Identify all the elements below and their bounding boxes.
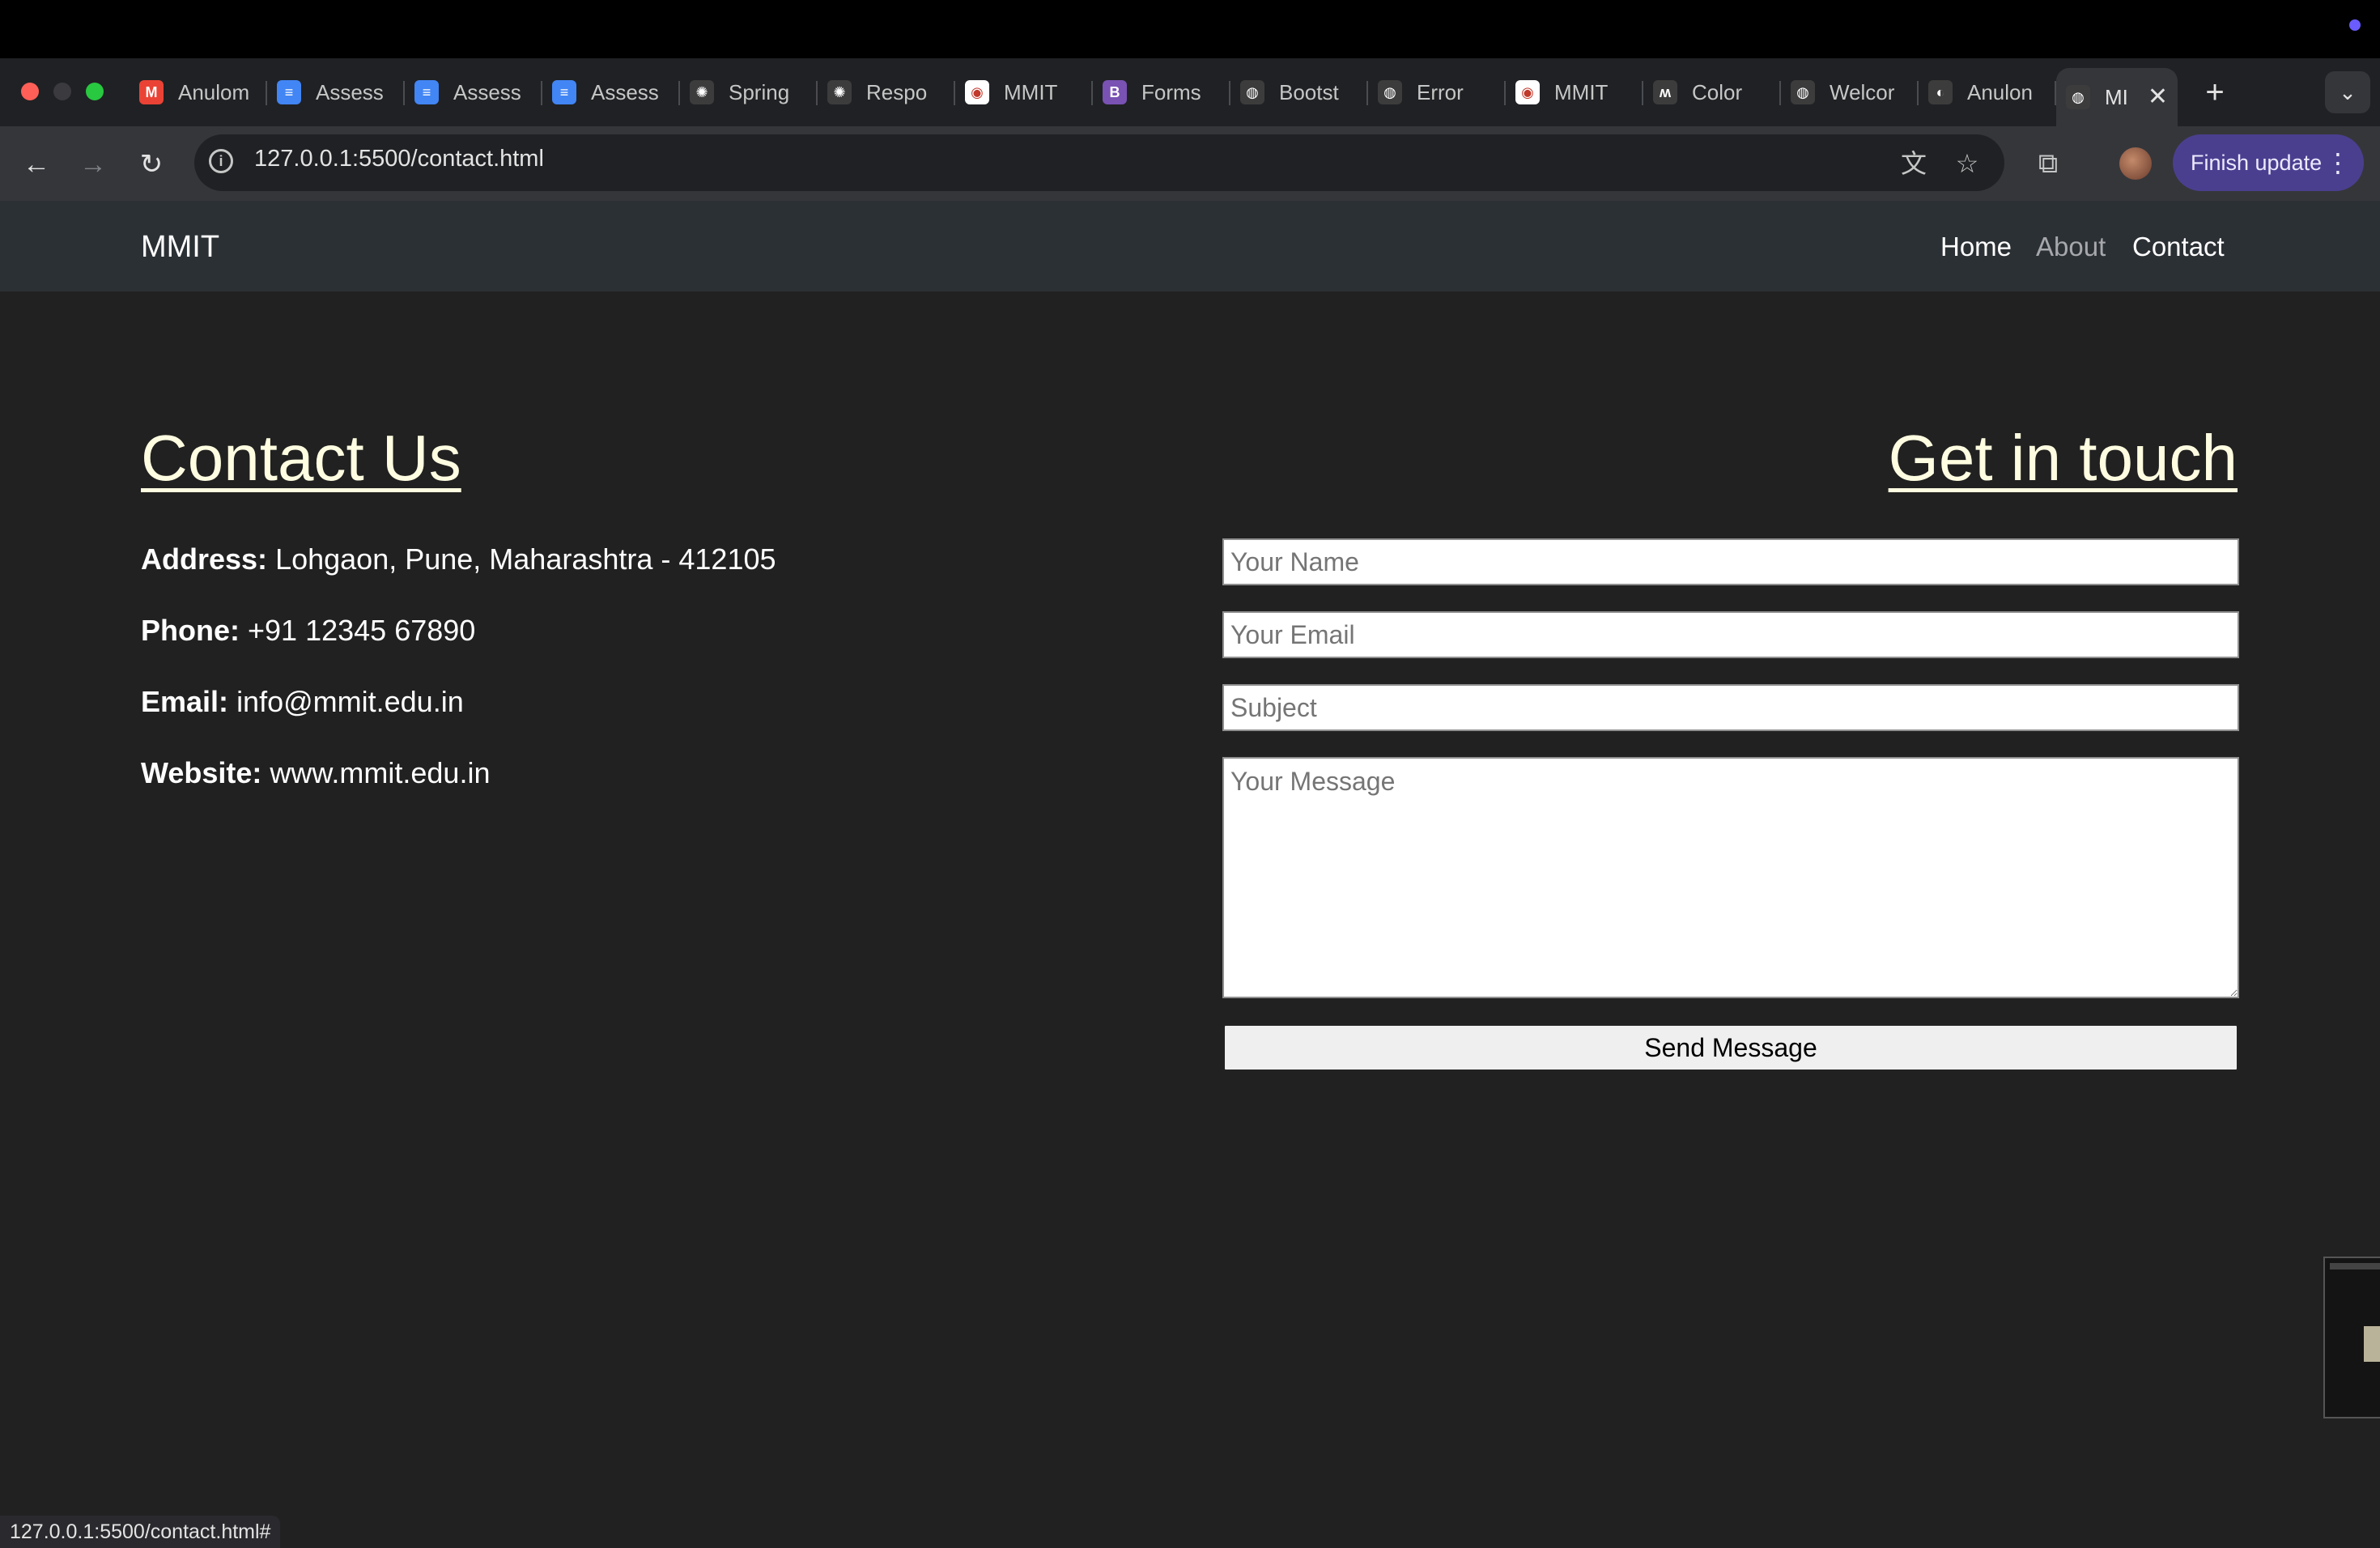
tab-label: Bootst <box>1279 79 1339 104</box>
browser-tab[interactable]: ◍ Bootst <box>1230 68 1368 117</box>
address-value: Lohgaon, Pune, Maharashtra - 412105 <box>275 542 776 576</box>
status-url-bar: 127.0.0.1:5500/contact.html# <box>0 1516 281 1548</box>
site-navbar <box>0 201 2380 291</box>
active-browser-tab[interactable]: ◍ MI ✕ <box>2056 68 2178 126</box>
thumbnail-image <box>2364 1326 2380 1362</box>
browser-tab[interactable]: ✺ Spring <box>680 68 818 117</box>
tab-label: Respo <box>866 79 928 104</box>
website-line: Website: www.mmit.edu.in <box>141 756 490 790</box>
email-label: Email: <box>141 685 229 718</box>
browser-tab[interactable]: ◍ Error <box>1368 68 1506 117</box>
menu-bar-strip <box>0 0 2380 58</box>
close-tab-icon[interactable]: ✕ <box>2148 83 2168 111</box>
google-docs-icon: ≡ <box>277 80 301 104</box>
phone-line: Phone: +91 12345 67890 <box>141 614 475 648</box>
bookmark-star-icon[interactable]: ☆ <box>1951 147 1983 180</box>
thumbnail-toolbar <box>2330 1263 2380 1269</box>
translate-icon[interactable]: 文 <box>1898 147 1930 180</box>
chatgpt-icon: ✺ <box>827 80 852 104</box>
google-docs-icon: ≡ <box>414 80 439 104</box>
tab-label: Assess <box>316 79 384 104</box>
nav-contact-link[interactable]: Contact <box>2132 232 2225 262</box>
chatgpt-icon: ✺ <box>690 80 714 104</box>
mmit-logo-icon: ◉ <box>965 80 989 104</box>
tab-label: Anulom <box>178 79 250 104</box>
browser-tab[interactable]: ◉ MMIT <box>1506 68 1643 117</box>
forward-arrow-icon[interactable]: → <box>73 144 113 185</box>
finish-update-button[interactable]: Finish update ⋮ <box>2173 134 2364 191</box>
contact-heading: Contact Us <box>141 422 461 494</box>
tab-label: Welcor <box>1830 79 1895 104</box>
site-brand[interactable]: MMIT <box>141 230 219 265</box>
address-line: Address: Lohgaon, Pune, Maharashtra - 41… <box>141 542 776 576</box>
github-icon: ◐ <box>1928 80 1953 104</box>
tab-label: MMIT <box>1004 79 1058 104</box>
get-in-touch-heading: Get in touch <box>1888 422 2238 494</box>
tab-label: MMIT <box>1554 79 1609 104</box>
new-tab-button[interactable]: + <box>2195 68 2234 117</box>
browser-tab[interactable]: ≡ Assess <box>405 68 542 117</box>
profile-avatar[interactable] <box>2119 147 2152 180</box>
phone-value: +91 12345 67890 <box>248 614 476 647</box>
send-message-button[interactable]: Send Message <box>1222 1023 2239 1072</box>
tab-label: Forms <box>1141 79 1201 104</box>
bootstrap-icon: B <box>1103 80 1127 104</box>
reload-icon[interactable]: ↻ <box>131 144 172 185</box>
tab-search-button[interactable]: ⌄ <box>2325 71 2370 113</box>
browser-tab[interactable]: ◉ MMIT <box>955 68 1093 117</box>
close-window-icon[interactable] <box>21 83 39 100</box>
globe-icon: ◍ <box>1240 80 1264 104</box>
gmail-icon: M <box>139 80 164 104</box>
browser-tab[interactable]: ≡ Assess <box>267 68 405 117</box>
nav-about-link[interactable]: About <box>2036 232 2106 262</box>
tab-label: MI <box>2105 84 2128 109</box>
status-dot-icon <box>2349 19 2361 31</box>
browser-tab[interactable]: ◐ Anulon <box>1919 68 2056 117</box>
extensions-puzzle-icon[interactable]: ⧉ <box>2030 146 2066 181</box>
tab-label: Spring <box>729 79 790 104</box>
name-input[interactable] <box>1222 538 2239 585</box>
tab-label: Color <box>1692 79 1743 104</box>
site-info-icon[interactable]: i <box>209 149 233 173</box>
url-text[interactable]: 127.0.0.1:5500/contact.html <box>254 146 544 172</box>
minimize-window-icon[interactable] <box>53 83 71 100</box>
tab-list: M Anulom ≡ Assess ≡ Assess ≡ Assess ✺ Spring ✺ Resp… <box>130 68 2178 126</box>
tab-label: Anulon <box>1967 79 2033 104</box>
globe-icon: ◍ <box>1791 80 1815 104</box>
message-textarea[interactable] <box>1222 757 2239 998</box>
browser-tab[interactable]: ≡ Assess <box>542 68 680 117</box>
google-docs-icon: ≡ <box>552 80 576 104</box>
browser-tab[interactable]: B Forms <box>1093 68 1230 117</box>
tab-label: Assess <box>453 79 521 104</box>
globe-icon: ◍ <box>1378 80 1402 104</box>
more-options-icon[interactable]: ⋮ <box>2325 134 2351 191</box>
finish-update-label: Finish update <box>2191 151 2323 175</box>
globe-icon: ◍ <box>2066 85 2090 109</box>
coolors-icon: ʍ <box>1653 80 1677 104</box>
browser-tab[interactable]: ◍ Welcor <box>1781 68 1919 117</box>
back-arrow-icon[interactable]: ← <box>16 144 57 185</box>
address-label: Address: <box>141 542 268 576</box>
email-value: info@mmit.edu.in <box>236 685 464 718</box>
website-value: www.mmit.edu.in <box>270 756 491 789</box>
website-label: Website: <box>141 756 262 789</box>
screenshot-thumbnail[interactable] <box>2323 1257 2380 1418</box>
browser-tab[interactable]: M Anulom <box>130 68 267 117</box>
mmit-logo-icon: ◉ <box>1515 80 1540 104</box>
nav-home-link[interactable]: Home <box>1940 232 2012 262</box>
browser-tab[interactable]: ✺ Respo <box>818 68 955 117</box>
phone-label: Phone: <box>141 614 240 647</box>
subject-input[interactable] <box>1222 684 2239 731</box>
email-input[interactable] <box>1222 611 2239 658</box>
browser-tab[interactable]: ʍ Color <box>1643 68 1781 117</box>
tab-label: Error <box>1417 79 1464 104</box>
maximize-window-icon[interactable] <box>86 83 104 100</box>
email-line: Email: info@mmit.edu.in <box>141 685 464 719</box>
tab-label: Assess <box>591 79 659 104</box>
